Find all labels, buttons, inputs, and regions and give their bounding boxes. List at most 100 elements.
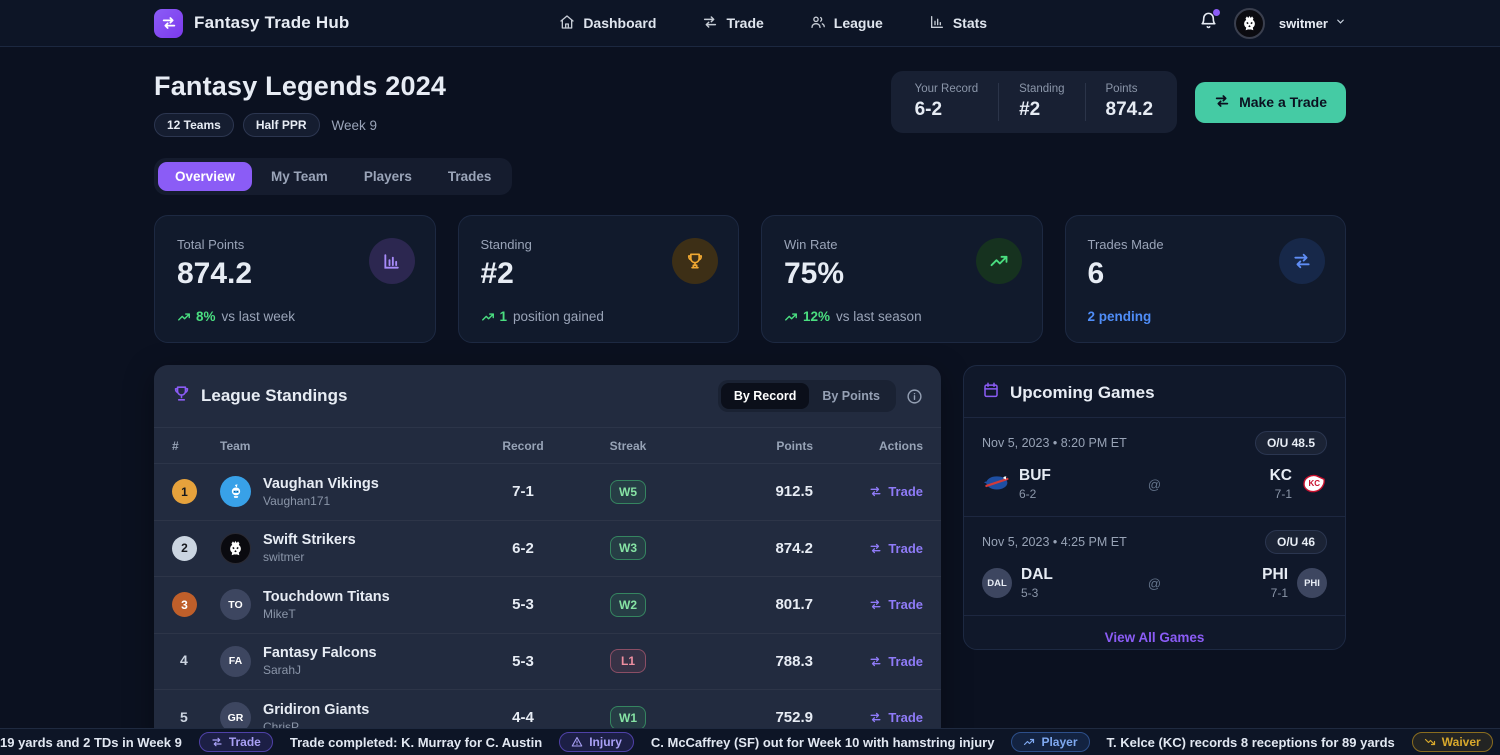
- ticker-item: T. Kelce (KC) records 8 receptions for 8…: [1107, 735, 1395, 750]
- trade-button[interactable]: Trade: [869, 654, 923, 669]
- nav-item-trade[interactable]: Trade: [702, 14, 763, 33]
- chevron-down-icon: [1335, 14, 1346, 32]
- info-icon[interactable]: [906, 388, 923, 405]
- record-value: 5-3: [473, 653, 573, 670]
- swap-arrows-icon: [1214, 93, 1230, 112]
- col-points: Points: [683, 439, 813, 453]
- standing-value: #2: [1019, 99, 1064, 121]
- rank-badge: 2: [172, 536, 197, 561]
- tab-trades[interactable]: Trades: [431, 162, 509, 191]
- points-value: 752.9: [683, 709, 813, 726]
- games-title: Upcoming Games: [1010, 383, 1155, 403]
- toggle-by-points[interactable]: By Points: [809, 383, 893, 409]
- badge-label: Player: [1041, 735, 1077, 749]
- initials-avatar: FA: [220, 646, 251, 677]
- swap-arrows-icon: [1279, 238, 1325, 284]
- upcoming-games-panel: Upcoming Games Nov 5, 2023 • 8:20 PM ET …: [963, 365, 1346, 650]
- ticker-item: Trade completed: K. Murray for C. Austin: [290, 735, 542, 750]
- ticker-item: 19 yards and 2 TDs in Week 9: [0, 735, 182, 750]
- your-record-value: 6-2: [915, 99, 979, 121]
- home-record: 7-1: [1262, 586, 1288, 600]
- tab-overview[interactable]: Overview: [158, 162, 252, 191]
- people-icon: [810, 14, 826, 33]
- standing-label: Standing: [1019, 83, 1064, 95]
- view-tabs: Overview My Team Players Trades: [154, 158, 512, 195]
- points-value: 874.2: [1106, 99, 1154, 121]
- stat-card-total-points: Total Points 874.2 8% vs last week: [154, 215, 436, 343]
- home-record: 7-1: [1270, 487, 1292, 501]
- badge-label: Waiver: [1442, 735, 1481, 749]
- nav-item-stats[interactable]: Stats: [929, 14, 987, 33]
- standings-header-row: # Team Record Streak Points Actions: [154, 427, 941, 464]
- tab-my-team[interactable]: My Team: [254, 162, 345, 191]
- week-label: Week 9: [332, 118, 378, 133]
- svg-text:KC: KC: [1309, 479, 1321, 488]
- trade-label: Trade: [888, 597, 923, 612]
- team-owner: MikeT: [263, 607, 390, 621]
- trade-button[interactable]: Trade: [869, 710, 923, 725]
- player-badge: Player: [1011, 732, 1089, 752]
- trade-button[interactable]: Trade: [869, 597, 923, 612]
- waiver-badge: Waiver: [1412, 732, 1493, 752]
- trade-label: Trade: [888, 484, 923, 499]
- injury-badge: Injury: [559, 732, 634, 752]
- streak-badge: W1: [610, 706, 646, 730]
- delta-note: position gained: [513, 309, 604, 324]
- notification-dot: [1213, 9, 1220, 16]
- toggle-by-record[interactable]: By Record: [721, 383, 810, 409]
- nav-item-league[interactable]: League: [810, 14, 883, 33]
- robot-avatar: [220, 476, 251, 507]
- record-value: 6-2: [473, 540, 573, 557]
- view-all-games-link[interactable]: View All Games: [964, 615, 1345, 650]
- pending-trades-link[interactable]: 2 pending: [1088, 309, 1152, 324]
- team-owner: switmer: [263, 550, 356, 564]
- league-standings-panel: League Standings By Record By Points # T…: [154, 365, 941, 747]
- news-ticker: 19 yards and 2 TDs in Week 9 Trade Trade…: [0, 728, 1500, 755]
- stat-cards: Total Points 874.2 8% vs last week Stand…: [154, 215, 1346, 343]
- team-name: Vaughan Vikings: [263, 476, 379, 492]
- user-avatar[interactable]: [1234, 8, 1265, 39]
- user-menu[interactable]: switmer: [1279, 14, 1346, 32]
- make-a-trade-button[interactable]: Make a Trade: [1195, 82, 1346, 123]
- trophy-icon: [172, 384, 191, 408]
- bar-chart-icon: [369, 238, 415, 284]
- col-record: Record: [473, 439, 573, 453]
- notifications-button[interactable]: [1197, 9, 1220, 37]
- game-datetime: Nov 5, 2023 • 8:20 PM ET: [982, 436, 1127, 450]
- sort-toggle: By Record By Points: [718, 380, 896, 412]
- rank-badge: 3: [172, 592, 197, 617]
- skull-avatar: [220, 533, 251, 564]
- cowboys-logo-icon: DAL: [982, 568, 1012, 598]
- bills-logo-icon: [982, 472, 1010, 497]
- over-under-badge: O/U 46: [1265, 530, 1327, 554]
- trade-button[interactable]: Trade: [869, 484, 923, 499]
- trade-label: Trade: [888, 541, 923, 556]
- team-owner: SarahJ: [263, 663, 377, 677]
- tab-players[interactable]: Players: [347, 162, 429, 191]
- table-row: 2 Swift Strikers switmer 6-2 W3 874.2 Tr…: [154, 521, 941, 578]
- your-record-label: Your Record: [915, 83, 979, 95]
- streak-badge: W3: [610, 536, 646, 560]
- trade-button[interactable]: Trade: [869, 541, 923, 556]
- trade-label: Trade: [888, 654, 923, 669]
- brand[interactable]: Fantasy Trade Hub: [154, 9, 350, 38]
- over-under-badge: O/U 48.5: [1255, 431, 1327, 455]
- delta-note: vs last season: [836, 309, 922, 324]
- record-value: 4-4: [473, 709, 573, 726]
- rank-number: 4: [172, 652, 188, 668]
- cta-label: Make a Trade: [1239, 94, 1327, 110]
- points-label: Points: [1106, 83, 1154, 95]
- standings-title: League Standings: [201, 386, 347, 406]
- top-navbar: Fantasy Trade Hub Dashboard Trade League…: [0, 0, 1500, 47]
- col-streak: Streak: [573, 439, 683, 453]
- rank-badge: 1: [172, 479, 197, 504]
- delta-note: vs last week: [222, 309, 296, 324]
- game-datetime: Nov 5, 2023 • 4:25 PM ET: [982, 535, 1127, 549]
- chiefs-logo-icon: KC: [1301, 471, 1327, 498]
- page-title: Fantasy Legends 2024: [154, 71, 446, 102]
- rank-number: 5: [172, 709, 188, 725]
- nav-item-dashboard[interactable]: Dashboard: [559, 14, 656, 33]
- stat-card-standing: Standing #2 1 position gained: [458, 215, 740, 343]
- badge-label: Trade: [229, 735, 261, 749]
- at-symbol: @: [1132, 576, 1177, 591]
